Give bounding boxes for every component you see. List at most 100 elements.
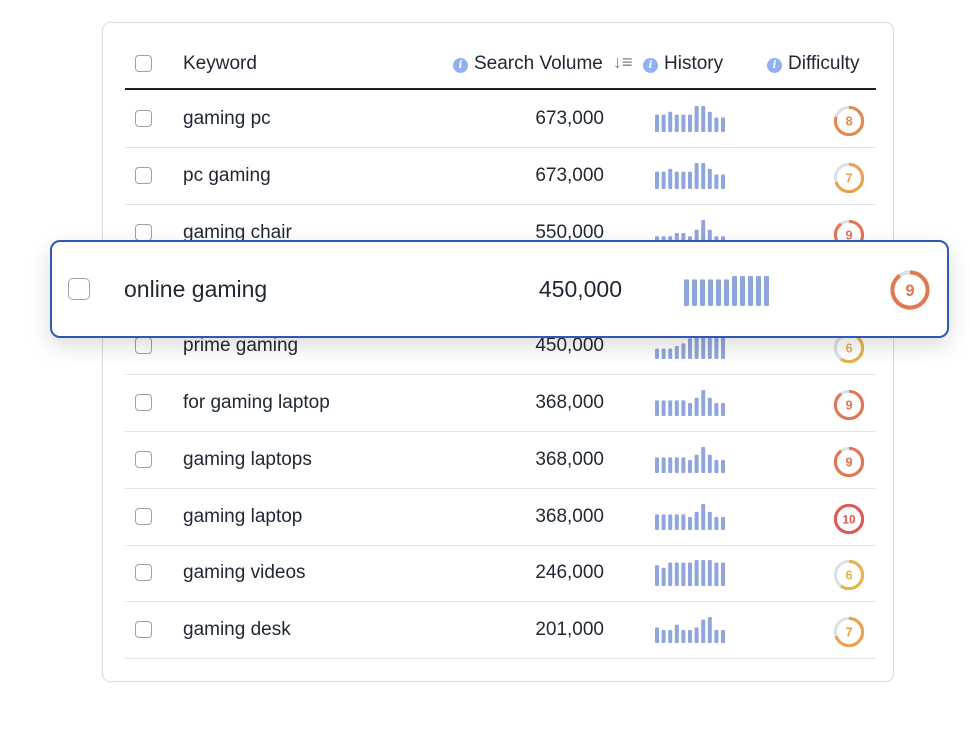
history-bar xyxy=(655,513,659,530)
table-row[interactable]: gaming pc 673,000 8 xyxy=(125,91,876,148)
search-volume-column-header[interactable]: i Search Volume xyxy=(453,53,603,75)
history-sparkline xyxy=(655,503,725,530)
keyword-cell: online gaming xyxy=(124,276,268,302)
history-bar xyxy=(661,630,666,644)
row-checkbox[interactable] xyxy=(135,450,152,468)
history-bar xyxy=(688,403,692,416)
history-bar xyxy=(674,400,679,416)
history-bar xyxy=(740,276,745,306)
history-bar xyxy=(661,348,666,360)
history-bar xyxy=(721,630,725,644)
info-icon[interactable]: i xyxy=(643,58,658,73)
history-bar xyxy=(701,619,706,644)
history-column-header[interactable]: i History xyxy=(643,53,723,75)
sort-descending-icon[interactable]: ↓≡ xyxy=(613,52,633,73)
history-bar xyxy=(714,516,719,530)
keyword-cell: gaming videos xyxy=(183,562,306,584)
keyword-cell: prime gaming xyxy=(183,335,299,357)
history-bar xyxy=(668,168,673,189)
row-checkbox[interactable] xyxy=(135,223,152,241)
history-sparkline xyxy=(655,106,725,132)
history-bar xyxy=(674,114,679,132)
row-checkbox[interactable] xyxy=(68,278,90,300)
info-icon[interactable]: i xyxy=(453,58,468,73)
keyword-column-header[interactable]: Keyword xyxy=(183,53,257,75)
difficulty-value: 10 xyxy=(842,512,856,526)
history-bar xyxy=(701,560,706,587)
select-all-checkbox[interactable] xyxy=(135,55,152,72)
history-bar xyxy=(721,459,725,473)
row-checkbox[interactable] xyxy=(135,621,152,639)
keyword-cell: pc gaming xyxy=(183,164,271,186)
difficulty-gauge: 7 xyxy=(833,617,865,648)
history-bar xyxy=(655,171,659,189)
history-bar xyxy=(700,279,705,306)
info-icon[interactable]: i xyxy=(767,58,782,73)
table-row[interactable]: for gaming laptop 368,000 9 xyxy=(125,375,876,432)
history-sparkline xyxy=(655,162,725,189)
history-bar xyxy=(681,562,686,587)
row-checkbox[interactable] xyxy=(135,394,152,411)
history-bar xyxy=(714,459,719,473)
difficulty-value: 7 xyxy=(845,170,852,185)
difficulty-value: 9 xyxy=(905,282,914,300)
search-volume-cell: 368,000 xyxy=(535,392,604,413)
difficulty-gauge: 9 xyxy=(833,389,865,421)
history-bar xyxy=(661,568,666,587)
history-bar xyxy=(688,114,692,132)
history-bar xyxy=(661,457,666,473)
history-bar xyxy=(721,174,725,189)
history-bar xyxy=(688,459,692,473)
row-checkbox[interactable] xyxy=(135,166,152,184)
history-bar xyxy=(655,114,659,132)
history-bar xyxy=(694,454,699,473)
search-volume-cell: 450,000 xyxy=(538,276,622,302)
history-bar xyxy=(655,457,659,473)
keyword-cell: gaming desk xyxy=(183,619,291,641)
highlighted-row-card[interactable]: online gaming 450,000 9 xyxy=(50,240,949,338)
history-sparkline xyxy=(655,390,725,416)
row-checkbox[interactable] xyxy=(135,337,152,355)
table-row[interactable]: gaming videos 246,000 6 xyxy=(125,545,876,603)
table-row[interactable]: gaming laptop 368,000 10 xyxy=(125,489,876,546)
history-bar xyxy=(701,162,706,189)
table-row[interactable]: gaming laptops 368,000 9 xyxy=(125,432,876,489)
history-bar xyxy=(714,630,719,644)
history-bar xyxy=(681,400,686,416)
history-bar xyxy=(716,279,721,306)
history-bar xyxy=(668,457,673,473)
difficulty-value: 9 xyxy=(845,398,852,413)
history-bar xyxy=(707,617,712,644)
history-bar xyxy=(668,562,673,587)
history-bar xyxy=(681,630,686,644)
search-volume-cell: 673,000 xyxy=(535,164,604,186)
history-bar xyxy=(681,343,686,360)
keyword-cell: gaming laptop xyxy=(183,505,303,527)
row-checkbox[interactable] xyxy=(135,110,152,127)
search-volume-cell: 673,000 xyxy=(535,108,604,129)
difficulty-value: 7 xyxy=(845,625,852,640)
history-bar xyxy=(714,562,719,587)
row-checkbox[interactable] xyxy=(135,564,152,582)
keyword-cell: for gaming laptop xyxy=(183,392,330,413)
difficulty-value: 9 xyxy=(845,454,852,469)
history-bar xyxy=(694,511,699,530)
search-volume-cell: 368,000 xyxy=(535,448,604,470)
history-bar xyxy=(661,513,666,530)
difficulty-column-header[interactable]: i Difficulty xyxy=(767,53,859,75)
history-label: History xyxy=(664,53,724,74)
keyword-cell: gaming pc xyxy=(183,108,271,129)
table-row[interactable]: gaming desk 201,000 7 xyxy=(125,602,876,660)
history-bar xyxy=(692,279,697,306)
history-bar xyxy=(732,276,737,306)
search-volume-cell: 450,000 xyxy=(535,335,604,357)
history-bar xyxy=(694,106,699,132)
history-sparkline xyxy=(655,560,725,587)
table-row[interactable]: pc gaming 673,000 7 xyxy=(125,148,876,205)
history-bar xyxy=(674,624,679,644)
history-bar xyxy=(721,562,725,587)
history-bar xyxy=(721,117,725,132)
row-checkbox[interactable] xyxy=(135,507,152,525)
search-volume-cell: 201,000 xyxy=(535,619,604,641)
difficulty-gauge: 9 xyxy=(833,446,865,477)
